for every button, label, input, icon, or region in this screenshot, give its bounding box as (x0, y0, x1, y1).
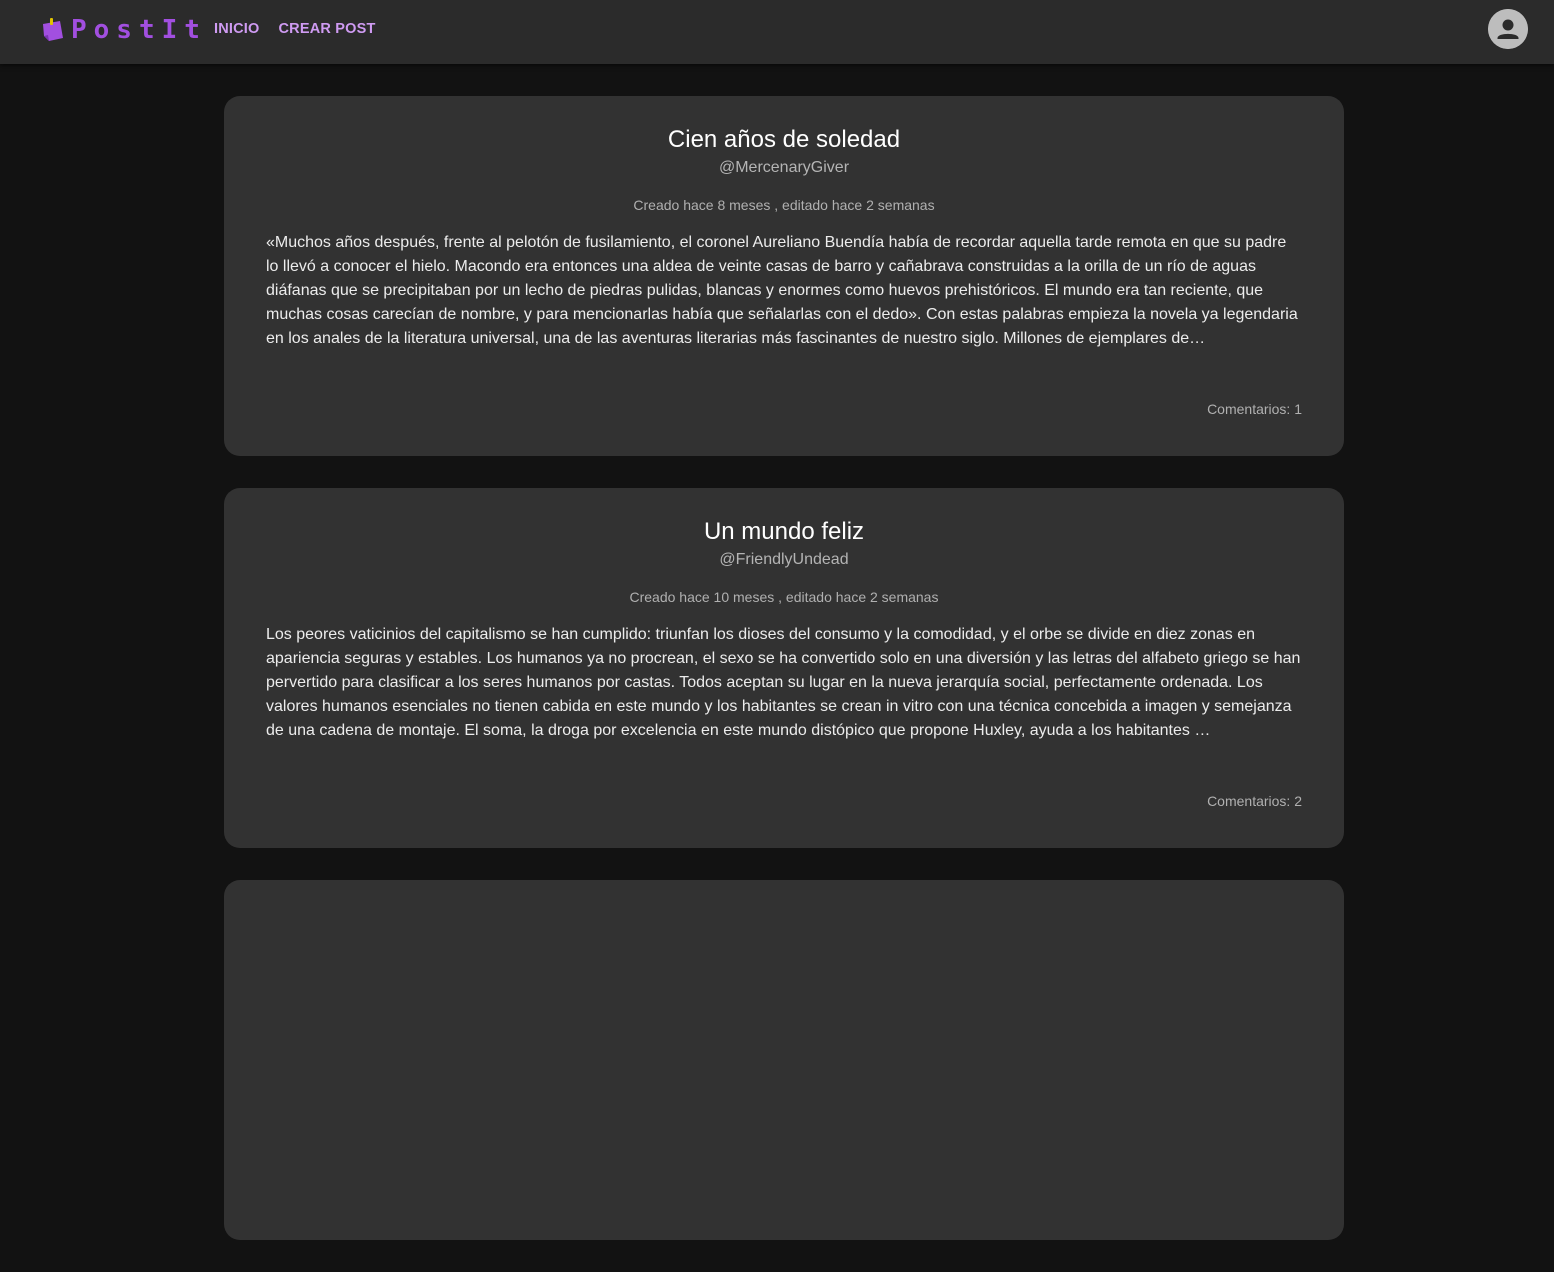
post-excerpt (266, 1015, 1302, 1135)
post-dates: Creado hace 8 meses , editado hace 2 sem… (633, 197, 935, 213)
post-author[interactable]: @FriendlyUndead (224, 549, 1344, 571)
account-circle-icon (1488, 9, 1528, 49)
nav-crear-post[interactable]: CREAR POST (271, 17, 384, 41)
post-excerpt: Los peores vaticinios del capitalismo se… (266, 626, 1301, 739)
post-card[interactable]: Cien años de soledad @MercenaryGiver Cre… (224, 96, 1344, 456)
app-name: PostIt (71, 15, 207, 45)
post-card[interactable]: Un mundo feliz @FriendlyUndead Creado ha… (224, 488, 1344, 848)
post-title: Un mundo feliz (703, 518, 865, 545)
post-title: Cien años de soledad (667, 126, 901, 153)
post-dates: Creado hace 10 meses , editado hace 2 se… (629, 589, 939, 605)
comment-count: Comentarios: 2 (1207, 793, 1302, 809)
app-bar: PostIt INICIO CREAR POST (0, 0, 1554, 64)
post-feed: Cien años de soledad @MercenaryGiver Cre… (224, 96, 1344, 1272)
main-nav: INICIO CREAR POST (206, 17, 384, 41)
nav-inicio[interactable]: INICIO (206, 17, 268, 41)
user-avatar[interactable] (1488, 9, 1528, 49)
post-card[interactable] (224, 880, 1344, 1240)
sticky-note-icon (43, 18, 63, 41)
logo[interactable]: PostIt (40, 16, 207, 44)
post-excerpt: «Muchos años después, frente al pelotón … (266, 234, 1298, 347)
comment-count: Comentarios: 1 (1207, 401, 1302, 417)
post-author[interactable]: @MercenaryGiver (224, 157, 1344, 179)
